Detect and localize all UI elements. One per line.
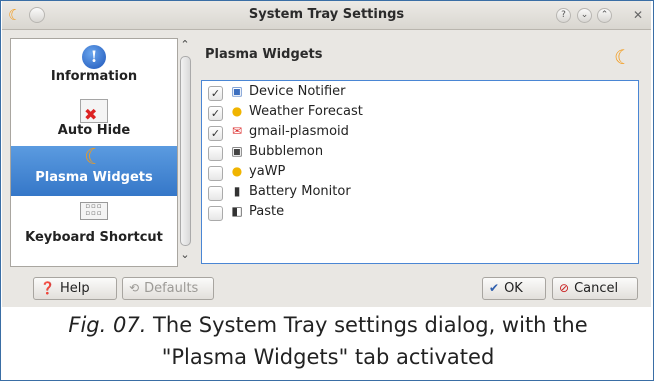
plasma-widgets-icon: ☾ <box>614 45 632 69</box>
scroll-down-icon[interactable]: ⌄ <box>179 248 191 261</box>
panel-title: Plasma Widgets <box>205 47 323 62</box>
mail-icon: ✉ <box>231 124 243 138</box>
ok-button-label: OK <box>504 281 523 296</box>
close-icon[interactable]: ✕ <box>633 8 643 22</box>
cancel-icon: ⊘ <box>559 281 570 295</box>
list-item-label: Battery Monitor <box>249 184 351 199</box>
list-item-label: Bubblemon <box>249 144 324 159</box>
checkbox[interactable] <box>208 166 223 181</box>
figure-number: Fig. 07. <box>68 313 147 337</box>
figure-frame: ☾ System Tray Settings ? ⌄ ⌃ ✕ ! Informa… <box>0 0 654 381</box>
sidebar-item-label: Information <box>50 69 138 84</box>
help-icon: ❓ <box>40 281 55 295</box>
figure-caption-line2: "Plasma Widgets" tab activated <box>161 345 495 369</box>
list-item[interactable]: ✓ ▣ Device Notifier <box>208 84 628 102</box>
sidebar-item-label: Plasma Widgets <box>35 170 153 185</box>
info-icon: ! <box>82 45 106 69</box>
weather-icon: ● <box>231 104 243 118</box>
bubblemon-icon: ▣ <box>231 144 243 158</box>
checkbox[interactable] <box>208 206 223 221</box>
help-title-button[interactable]: ? <box>556 8 571 23</box>
list-item[interactable]: ◧ Paste <box>208 204 628 222</box>
window-title: System Tray Settings <box>248 7 405 22</box>
list-item[interactable]: ▣ Bubblemon <box>208 144 628 162</box>
checkmark-icon: ✔ <box>489 281 500 295</box>
sidebar-item-label: Auto Hide <box>57 123 131 138</box>
auto-hide-icon: ✖ <box>80 99 108 124</box>
maximize-button[interactable]: ⌃ <box>597 8 612 23</box>
sidebar-item-plasma-widgets[interactable]: ☾ Plasma Widgets <box>11 146 177 196</box>
list-item[interactable]: ✓ ● Weather Forecast <box>208 104 628 122</box>
sidebar-item-information[interactable]: ! Information <box>11 45 177 95</box>
figure-caption: Fig. 07. The System Tray settings dialog… <box>1 313 654 337</box>
defaults-button-label: Defaults <box>144 281 199 296</box>
weather-icon: ● <box>231 164 243 178</box>
keyboard-icon: ▫▫▫ ▫▫▫ <box>80 202 108 220</box>
list-item-label: Device Notifier <box>249 84 346 99</box>
sidebar-item-keyboard-shortcut[interactable]: ▫▫▫ ▫▫▫ Keyboard Shortcut <box>11 202 177 262</box>
list-item[interactable]: ▮ Battery Monitor <box>208 184 628 202</box>
battery-icon: ▮ <box>233 184 241 198</box>
checkbox[interactable]: ✓ <box>208 106 223 121</box>
list-item[interactable]: ✓ ✉ gmail-plasmoid <box>208 124 628 142</box>
minimize-button[interactable]: ⌄ <box>577 8 592 23</box>
help-button[interactable]: ❓ Help <box>33 277 117 300</box>
sidebar-item-auto-hide[interactable]: ✖ Auto Hide <box>11 99 177 143</box>
plasma-widgets-icon: ☾ <box>84 145 104 170</box>
device-notifier-icon: ▣ <box>231 84 243 98</box>
checkbox[interactable] <box>208 186 223 201</box>
scroll-thumb[interactable] <box>180 56 191 246</box>
checkbox[interactable]: ✓ <box>208 86 223 101</box>
list-item-label: gmail-plasmoid <box>249 124 349 139</box>
cancel-button[interactable]: ⊘ Cancel <box>552 277 638 300</box>
ok-button[interactable]: ✔ OK <box>482 277 546 300</box>
category-sidebar: ! Information ✖ Auto Hide ☾ Plasma Widge… <box>10 38 178 267</box>
cancel-button-label: Cancel <box>574 281 619 296</box>
list-item-label: yaWP <box>249 164 286 179</box>
checkbox[interactable]: ✓ <box>208 126 223 141</box>
scroll-up-icon[interactable]: ⌃ <box>179 38 191 51</box>
defaults-icon: ⟲ <box>129 281 140 295</box>
sidebar-scrollbar[interactable]: ⌃ ⌄ <box>179 38 191 265</box>
list-item[interactable]: ● yaWP <box>208 164 628 182</box>
title-bar: ☾ System Tray Settings ? ⌄ ⌃ ✕ <box>2 1 651 30</box>
list-item-label: Paste <box>249 204 285 219</box>
sidebar-item-label: Keyboard Shortcut <box>25 230 163 245</box>
help-button-label: Help <box>59 281 90 296</box>
defaults-button[interactable]: ⟲ Defaults <box>122 277 214 300</box>
list-item-label: Weather Forecast <box>249 104 363 119</box>
caption-text: The System Tray settings dialog, with th… <box>146 313 588 337</box>
checkbox[interactable] <box>208 146 223 161</box>
widget-list: ✓ ▣ Device Notifier ✓ ● Weather Forecast… <box>201 80 639 264</box>
settings-dialog: ☾ System Tray Settings ? ⌄ ⌃ ✕ ! Informa… <box>2 1 651 307</box>
paste-icon: ◧ <box>231 204 243 218</box>
